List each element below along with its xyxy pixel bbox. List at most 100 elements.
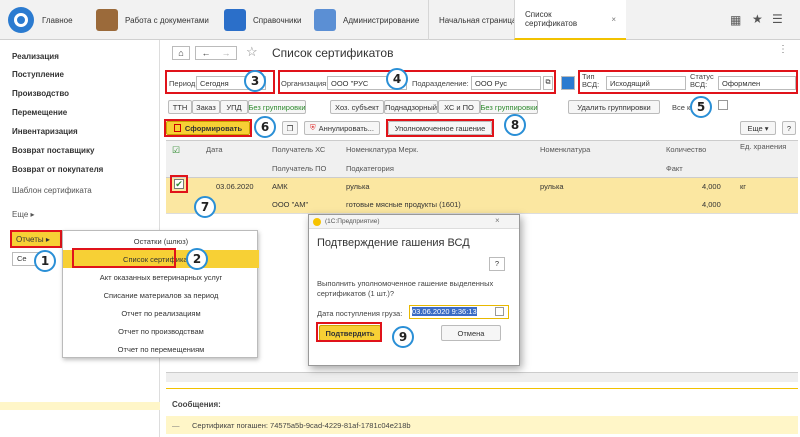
tab-start-page[interactable]: Начальная страница: [428, 0, 526, 40]
group-hs-po-button[interactable]: ХС и ПО: [438, 100, 480, 114]
nav-item-receipt[interactable]: Поступление: [12, 70, 64, 79]
period-label: Период:: [169, 79, 198, 88]
status-label: Статус ВСД:: [690, 72, 714, 89]
nav-item-transfer[interactable]: Перемещение: [12, 108, 67, 117]
dialog-help-button[interactable]: ?: [489, 257, 505, 271]
type-label: Тип ВСД:: [582, 72, 600, 89]
nav-item-template[interactable]: Шаблон сертификата: [12, 186, 92, 195]
marker-6: 6: [254, 116, 276, 138]
col-subcategory: Подкатегория: [346, 164, 394, 173]
cancel-button[interactable]: Отмена: [441, 325, 501, 341]
all-checkbox[interactable]: [718, 100, 728, 110]
1c-logo-icon: [8, 7, 34, 33]
status-field[interactable]: Оформлен: [718, 76, 796, 90]
group-supervised-button[interactable]: Поднадзорный: [384, 100, 438, 114]
dialog-title: Подтверждение гашения ВСД: [317, 237, 470, 249]
nav-item-production[interactable]: Производство: [12, 89, 69, 98]
confirm-dialog: (1С:Предприятие) × Подтверждение гашения…: [308, 214, 520, 366]
back-arrow-icon[interactable]: ←: [202, 47, 211, 59]
dialog-date-field[interactable]: 03.06.2020 9:36:13: [409, 305, 509, 319]
message-text: Сертификат погашен: 74575a5b-9cad-4229-8…: [192, 421, 411, 430]
nav-item-return-supplier[interactable]: Возврат поставщику: [12, 146, 94, 155]
link-icon[interactable]: ⧉: [543, 76, 553, 90]
more-button[interactable]: Еще ▾: [740, 121, 776, 135]
calendar-icon[interactable]: [495, 307, 504, 316]
group-none-b-button[interactable]: Без группировки: [480, 100, 538, 114]
home-label: Главное: [42, 15, 73, 25]
col-date: Дата: [206, 145, 223, 154]
col-recipient-po: Получатель ПО: [272, 164, 327, 173]
col-nomenclature: Номенклатура: [540, 145, 591, 154]
all-label: Все к: [672, 103, 691, 112]
messages-divider: [166, 388, 798, 389]
marker-5: 5: [690, 96, 712, 118]
shield-icon: ⛨: [310, 123, 316, 132]
nav-more[interactable]: Еще ▸: [12, 210, 35, 219]
nav-item-return-customer[interactable]: Возврат от покупателя: [12, 165, 103, 174]
highlight-box: [170, 175, 188, 193]
tools-icon: [314, 9, 336, 31]
forward-arrow-icon[interactable]: →: [222, 47, 231, 59]
list-icon[interactable]: [561, 76, 575, 90]
documents-section[interactable]: Работа с документами: [96, 0, 209, 40]
marker-7: 7: [194, 196, 216, 218]
copy-icon[interactable]: ❐: [282, 121, 298, 135]
nav-item-inventory[interactable]: Инвентаризация: [12, 127, 78, 136]
nav-highlight-strip: [0, 402, 160, 410]
nav-item-sales[interactable]: Реализация: [12, 52, 59, 61]
row-fact: 4,000: [702, 200, 721, 209]
horizontal-scrollbar[interactable]: [166, 372, 798, 382]
marker-9: 9: [392, 326, 414, 348]
marker-8: 8: [504, 114, 526, 136]
highlight-box: [164, 119, 252, 137]
sub-value: ООО Рус: [475, 78, 508, 88]
highlight-box: [10, 230, 62, 248]
menu-icon[interactable]: ☰: [772, 12, 783, 26]
group-ttn-button[interactable]: ТТН: [168, 100, 192, 114]
check-all-icon[interactable]: ☑: [172, 145, 180, 156]
remove-groupings-button[interactable]: Удалить группировки: [568, 100, 660, 114]
references-section[interactable]: Справочники: [224, 0, 301, 40]
tab-certificates[interactable]: Список сертификатов ×: [514, 0, 626, 40]
star-icon[interactable]: ★: [752, 12, 763, 26]
period-value: Сегодня: [200, 78, 229, 88]
help-button[interactable]: ?: [782, 121, 796, 135]
nav-arrows: ← →: [195, 46, 237, 60]
favorite-star-icon[interactable]: ☆: [246, 44, 258, 60]
type-field[interactable]: Исходящий: [606, 76, 686, 90]
more-dots-icon[interactable]: ⋮: [778, 44, 788, 55]
messages-title: Сообщения:: [172, 400, 221, 409]
references-label: Справочники: [253, 15, 302, 25]
page-title: Список сертификатов: [272, 46, 394, 60]
menu-item-vet-act[interactable]: Акт оказанных ветеринарных услуг: [63, 268, 259, 286]
group-none-a-button[interactable]: Без группировки: [248, 100, 306, 114]
col-fact: Факт: [666, 164, 683, 173]
group-entity-button[interactable]: Хоз. субъект: [330, 100, 384, 114]
annul-label: Аннулировать...: [318, 123, 374, 133]
grid-icon[interactable]: ▦: [730, 13, 741, 27]
more-label: Еще: [747, 123, 763, 133]
home-section[interactable]: Главное: [8, 0, 73, 40]
top-bar: Главное Работа с документами Справочники…: [0, 0, 800, 40]
phonebook-icon: [224, 9, 246, 31]
marker-2: 2: [186, 248, 208, 270]
home-icon[interactable]: ⌂: [172, 46, 190, 60]
group-upd-button[interactable]: УПД: [220, 100, 248, 114]
dialog-text: Выполнить уполномоченное гашение выделен…: [317, 279, 494, 298]
group-order-button[interactable]: Заказ: [192, 100, 220, 114]
row-quantity: 4,000: [702, 182, 721, 191]
menu-item-transfer-report[interactable]: Отчет по перемещениям: [63, 340, 259, 358]
close-icon[interactable]: ×: [611, 15, 616, 24]
annul-button[interactable]: ⛨ Аннулировать...: [304, 121, 380, 135]
menu-item-sales-report[interactable]: Отчет по реализациям: [63, 304, 259, 322]
marker-4: 4: [386, 68, 408, 90]
row-merc: рулька: [346, 182, 370, 191]
dialog-close-icon[interactable]: ×: [495, 216, 500, 225]
admin-section[interactable]: Администрирование: [314, 0, 419, 40]
subdivision-field[interactable]: ООО Рус: [471, 76, 541, 90]
row-recipient-po: ООО "АМ": [272, 200, 309, 209]
org-value: ООО "РУС: [331, 78, 369, 88]
row-subcategory: готовые мясные продукты (1601): [346, 200, 461, 209]
menu-item-production-report[interactable]: Отчет по производствам: [63, 322, 259, 340]
menu-item-writeoff[interactable]: Списание материалов за период: [63, 286, 259, 304]
